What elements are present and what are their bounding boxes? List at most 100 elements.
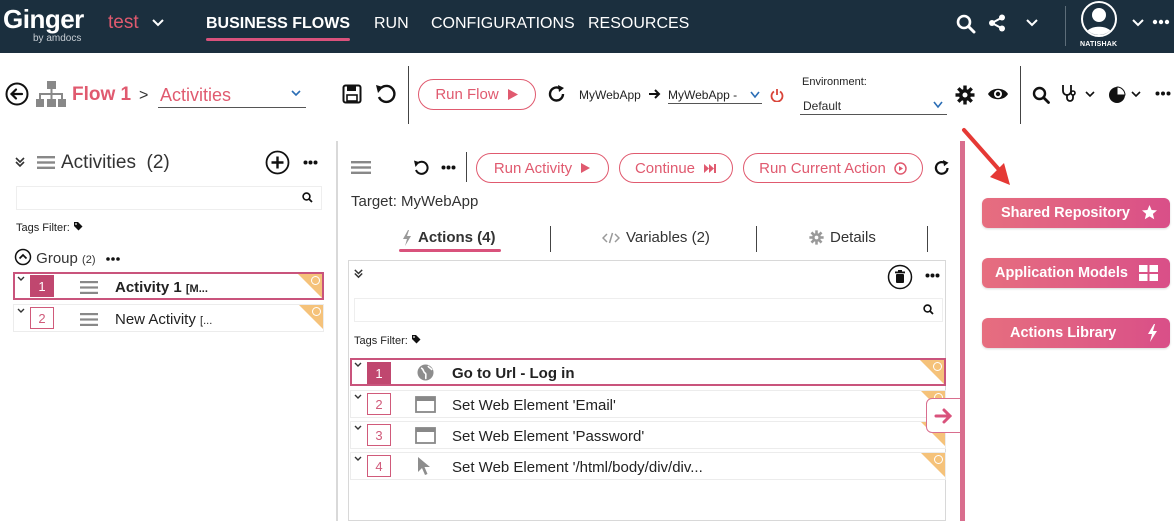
cursor-icon [418, 457, 430, 475]
chevron-down-icon[interactable] [1025, 17, 1039, 29]
expand-icon[interactable] [354, 362, 362, 368]
chevron-down-icon [291, 90, 301, 97]
undo-icon[interactable] [375, 84, 397, 104]
run-activity-button[interactable]: Run Activity [476, 153, 609, 183]
nav-resources[interactable]: RESOURCES [588, 15, 689, 33]
chevron-down-icon[interactable] [1131, 90, 1141, 98]
flow-page-select[interactable]: Activities [158, 84, 306, 108]
activity-group[interactable]: Group (2) [14, 248, 120, 267]
save-icon[interactable] [342, 84, 362, 104]
avatar[interactable] [1081, 1, 1117, 37]
expand-icon[interactable] [17, 308, 25, 314]
action-row[interactable]: 4 Set Web Element '/html/body/div/div... [350, 452, 946, 480]
activities-search-input[interactable] [16, 186, 322, 210]
target-application-select[interactable]: MyWebApp - [668, 88, 762, 104]
star-icon [1142, 205, 1157, 220]
tags-filter[interactable]: Tags Filter: [354, 334, 421, 347]
chevron-down-icon[interactable] [1085, 90, 1095, 98]
drawer-toggle-button[interactable] [926, 398, 961, 433]
gear-icon[interactable] [955, 85, 975, 105]
activity-suffix: [M... [185, 283, 208, 295]
nav-run[interactable]: RUN [374, 15, 409, 33]
tags-filter-label: Tags Filter: [354, 335, 408, 347]
window-icon [415, 396, 436, 413]
tab-details[interactable]: Details [809, 229, 876, 246]
continue-button[interactable]: Continue [619, 153, 733, 183]
search-icon[interactable] [956, 14, 976, 34]
tags-filter[interactable]: Tags Filter: [16, 221, 83, 234]
share-icon[interactable] [988, 14, 1006, 32]
chevron-down-icon[interactable] [1131, 17, 1145, 29]
action-row[interactable]: 2 Set Web Element 'Email' [350, 390, 946, 418]
pending-status-icon [311, 276, 320, 285]
toolbar-divider [408, 66, 409, 124]
more-icon[interactable] [441, 165, 456, 170]
eye-icon[interactable] [987, 86, 1009, 102]
pending-status-icon [933, 362, 942, 371]
stethoscope-icon[interactable] [1060, 84, 1078, 104]
solution-name[interactable]: test [108, 12, 139, 34]
expand-icon[interactable] [354, 394, 362, 400]
collapse-all-icon[interactable] [14, 156, 26, 168]
action-row[interactable]: 3 Set Web Element 'Password' [350, 421, 946, 449]
actions-search-input[interactable] [354, 298, 943, 322]
drag-handle-icon[interactable] [80, 312, 98, 327]
user-icon [1085, 8, 1113, 35]
expand-icon[interactable] [17, 276, 25, 282]
power-icon[interactable] [770, 88, 784, 102]
run-current-action-button[interactable]: Run Current Action [743, 153, 923, 183]
toolbar-divider [466, 152, 467, 182]
ginger-logo[interactable]: Ginger by amdocs [3, 6, 84, 44]
expand-icon[interactable] [354, 456, 362, 462]
tab-active-underline [399, 249, 501, 252]
nav-business-flows[interactable]: BUSINESS FLOWS [206, 15, 350, 33]
add-activity-icon[interactable] [265, 150, 290, 175]
actions-library-button[interactable]: Actions Library [982, 318, 1170, 348]
environment-select[interactable]: Default [800, 96, 947, 115]
back-arrow-icon[interactable] [5, 82, 29, 106]
chevron-down-icon[interactable] [151, 15, 165, 29]
action-row[interactable]: 1 Go to Url - Log in [350, 358, 946, 386]
more-icon[interactable] [1155, 91, 1171, 96]
expand-icon[interactable] [354, 425, 362, 431]
activity-number: 2 [30, 307, 54, 329]
action-label: Go to Url - Log in [452, 365, 575, 382]
application-name: MyWebApp [579, 88, 641, 102]
tab-divider [550, 226, 551, 252]
more-icon[interactable] [105, 257, 120, 261]
tab-actions[interactable]: Actions (4) [402, 229, 496, 246]
undo-icon[interactable] [413, 160, 429, 176]
activity-row[interactable]: 2 New Activity [... [13, 304, 324, 332]
refresh-icon[interactable] [548, 85, 566, 104]
tab-variables[interactable]: Variables (2) [602, 229, 710, 246]
chevron-down-icon[interactable] [749, 90, 761, 100]
collapse-all-icon[interactable] [353, 268, 364, 279]
shared-repository-button[interactable]: Shared Repository [982, 198, 1170, 228]
refresh-icon[interactable] [934, 160, 950, 177]
search-icon [302, 192, 313, 203]
activity-name: Activity 1 [115, 279, 182, 296]
play-icon [581, 163, 591, 173]
pie-chart-icon[interactable] [1108, 86, 1126, 104]
action-number: 4 [367, 455, 391, 477]
collapse-group-icon[interactable] [14, 248, 32, 266]
application-models-button[interactable]: Application Models [982, 258, 1170, 288]
tab-actions-label: Actions (4) [418, 229, 496, 246]
activities-title: Activities (2) [61, 152, 170, 174]
run-flow-label: Run Flow [435, 86, 499, 103]
drag-handle-icon[interactable] [80, 280, 98, 295]
tab-divider [756, 226, 757, 252]
logo-byline: by amdocs [33, 33, 82, 44]
activity-row[interactable]: 1 Activity 1 [M... [13, 272, 324, 300]
panel-divider[interactable] [336, 141, 338, 521]
more-icon[interactable] [1152, 19, 1170, 25]
activity-label: New Activity [... [115, 311, 212, 328]
more-icon[interactable] [925, 273, 940, 278]
delete-icon[interactable] [887, 264, 913, 290]
more-icon[interactable] [303, 160, 318, 165]
search-icon[interactable] [1032, 86, 1050, 104]
run-flow-button[interactable]: Run Flow [418, 79, 536, 110]
flow-page-value: Activities [160, 85, 232, 105]
nav-configurations[interactable]: CONFIGURATIONS [431, 15, 575, 33]
tag-icon [73, 222, 83, 231]
